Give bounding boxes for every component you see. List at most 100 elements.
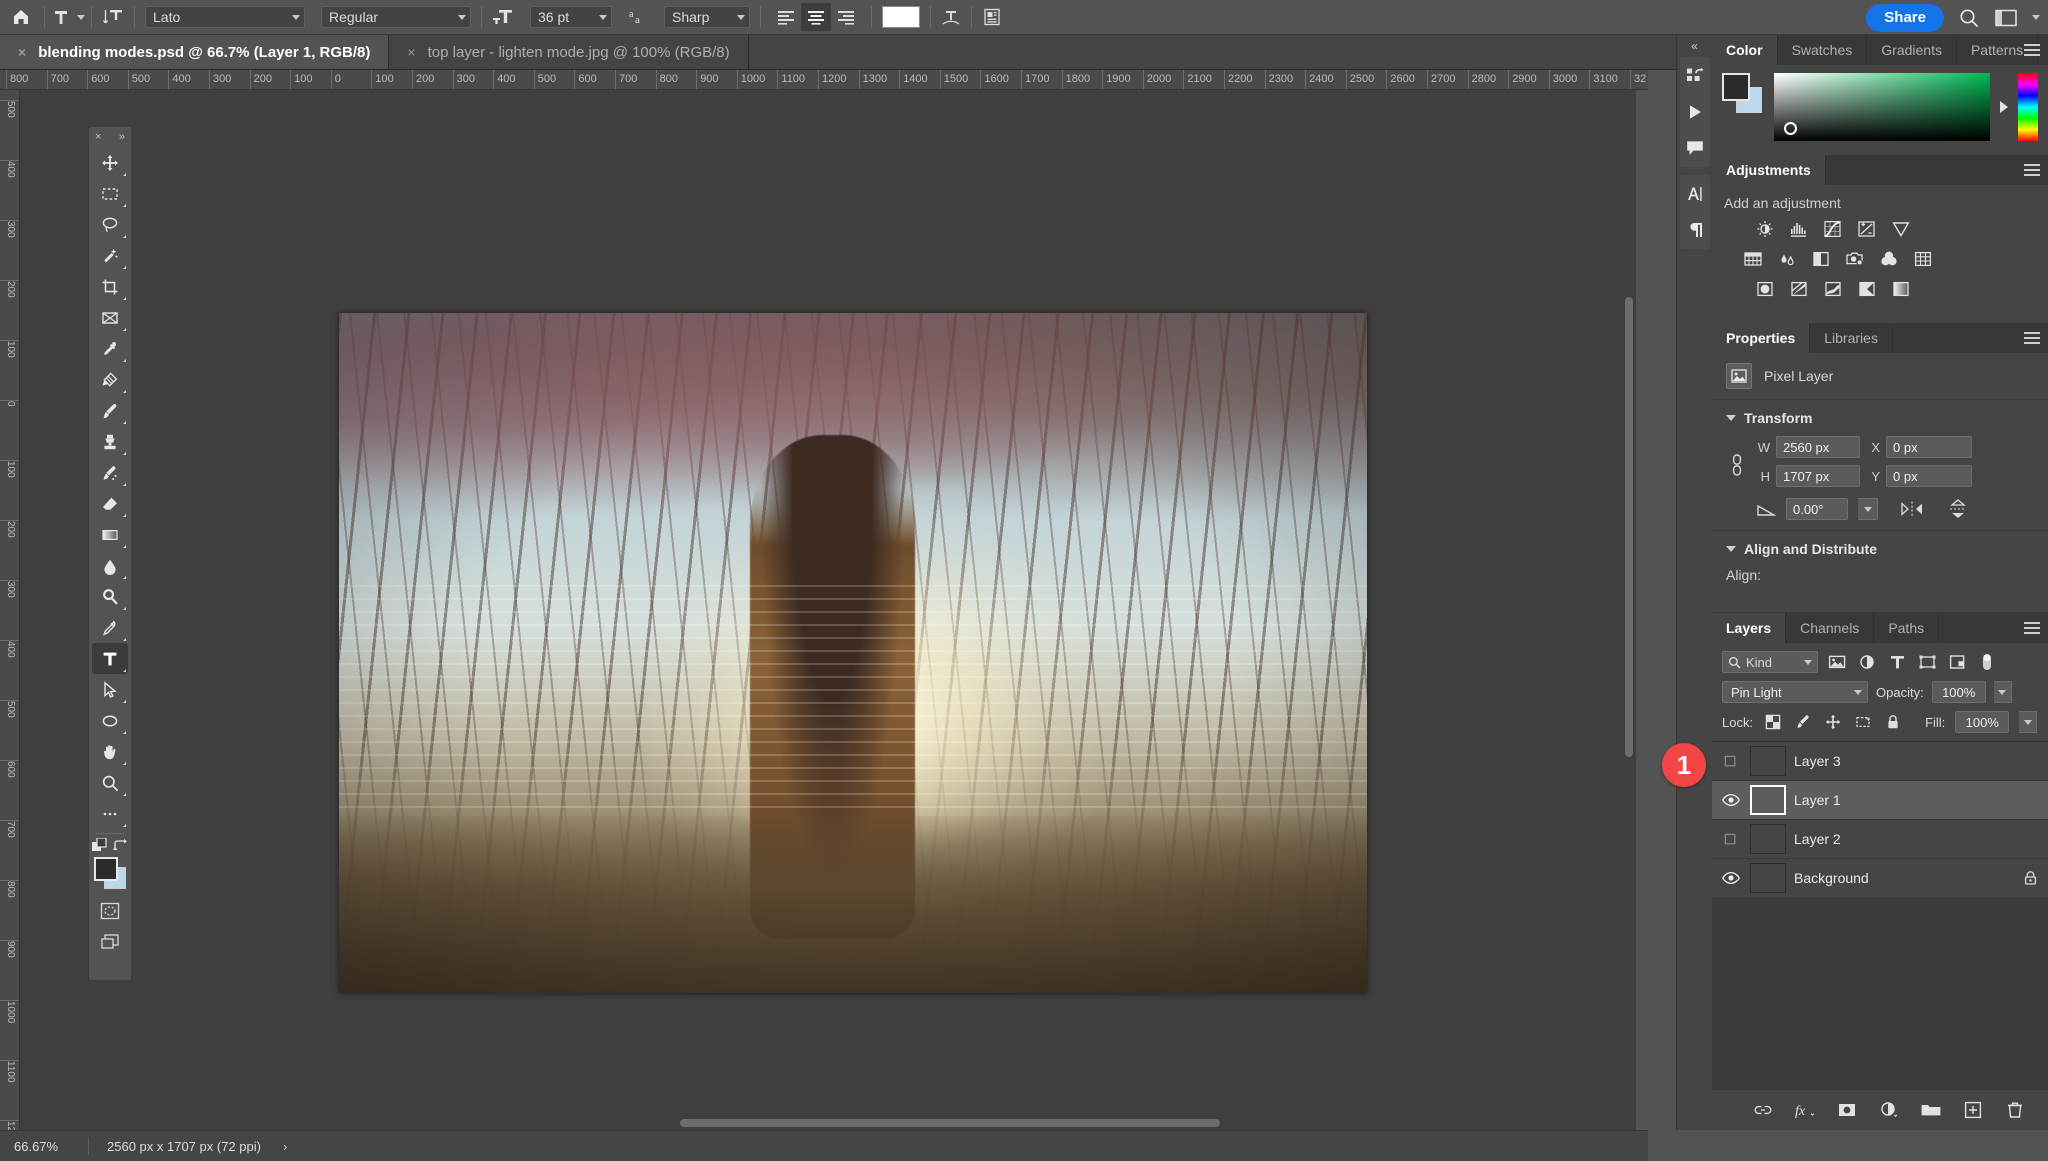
object-selection-tool[interactable] xyxy=(92,240,128,271)
antialias-select[interactable]: Sharp xyxy=(664,6,750,28)
filter-type-icon[interactable] xyxy=(1886,652,1908,672)
layer-thumbnail[interactable] xyxy=(1750,863,1786,893)
search-icon[interactable] xyxy=(1958,7,1980,29)
curves-icon[interactable] xyxy=(1822,219,1844,239)
ellipse-tool[interactable] xyxy=(92,705,128,736)
hue-slider[interactable] xyxy=(2018,73,2038,141)
vertical-ruler[interactable]: 500 400 300 200 100 0 100 200 300 400 500 600 700 800… xyxy=(0,90,20,1130)
align-center-button[interactable] xyxy=(801,3,831,31)
tab-layers[interactable]: Layers xyxy=(1712,613,1787,643)
transform-section-title[interactable]: Transform xyxy=(1726,410,2034,426)
layer-thumbnail[interactable] xyxy=(1750,824,1786,854)
color-field-cursor[interactable] xyxy=(1784,122,1797,135)
tab-properties[interactable]: Properties xyxy=(1712,323,1811,353)
flip-horizontal-icon[interactable] xyxy=(1900,499,1924,519)
workspace-icon[interactable] xyxy=(1994,8,2018,28)
photo-filter-icon[interactable] xyxy=(1844,249,1866,269)
document-tab-0[interactable]: × blending modes.psd @ 66.7% (Layer 1, R… xyxy=(0,35,390,69)
layer-name[interactable]: Layer 1 xyxy=(1794,792,2040,808)
artboard-image[interactable] xyxy=(339,313,1367,993)
new-adjustment-layer-icon[interactable] xyxy=(1878,1099,1900,1121)
flip-vertical-icon[interactable] xyxy=(1946,499,1970,519)
panel-menu-icon[interactable] xyxy=(2024,613,2040,643)
filter-shape-icon[interactable] xyxy=(1916,652,1938,672)
zoom-level[interactable]: 66.67% xyxy=(0,1139,88,1154)
scrollbar-thumb[interactable] xyxy=(1625,297,1633,757)
fill-input[interactable]: 100% xyxy=(1955,711,2010,733)
warp-text-button[interactable] xyxy=(933,0,969,35)
layer-visibility-toggle[interactable] xyxy=(1720,793,1742,807)
exposure-icon[interactable] xyxy=(1856,219,1878,239)
channel-mixer-icon[interactable] xyxy=(1878,249,1900,269)
color-balance-icon[interactable] xyxy=(1776,249,1798,269)
spot-healing-brush-tool[interactable] xyxy=(92,364,128,395)
tab-color[interactable]: Color xyxy=(1712,35,1778,65)
screen-mode-button[interactable] xyxy=(92,926,128,957)
new-group-icon[interactable] xyxy=(1920,1099,1942,1121)
lasso-tool[interactable] xyxy=(92,209,128,240)
align-right-button[interactable] xyxy=(831,3,861,31)
tool-preset-picker[interactable] xyxy=(47,0,89,35)
paragraph-icon[interactable] xyxy=(1682,217,1708,243)
character-panel-button[interactable] xyxy=(974,0,1010,35)
filter-smart-object-icon[interactable] xyxy=(1946,652,1968,672)
tab-paths[interactable]: Paths xyxy=(1874,613,1940,643)
canvas-area[interactable] xyxy=(20,90,1636,1130)
pen-tool[interactable] xyxy=(92,612,128,643)
levels-icon[interactable] xyxy=(1788,219,1810,239)
layer-visibility-toggle[interactable] xyxy=(1720,871,1742,885)
layer-visibility-toggle[interactable] xyxy=(1720,831,1742,847)
align-section-title[interactable]: Align and Distribute xyxy=(1726,541,2034,557)
layer-name[interactable]: Background xyxy=(1794,870,2012,886)
brightness-contrast-icon[interactable] xyxy=(1754,219,1776,239)
share-button[interactable]: Share xyxy=(1866,3,1944,32)
dodge-tool[interactable] xyxy=(92,581,128,612)
collapse-panels-icon[interactable]: « xyxy=(1677,35,1713,57)
foreground-color-swatch[interactable] xyxy=(94,857,118,881)
add-layer-mask-icon[interactable] xyxy=(1836,1099,1858,1121)
close-icon[interactable]: × xyxy=(407,45,415,59)
filter-toggle-icon[interactable] xyxy=(1976,652,1998,672)
font-style-select[interactable]: Regular xyxy=(321,6,471,28)
posterize-icon[interactable] xyxy=(1788,279,1810,299)
edit-toolbar-button[interactable] xyxy=(92,798,128,829)
canvas-horizontal-scrollbar[interactable] xyxy=(20,1116,1636,1130)
panel-menu-icon[interactable] xyxy=(2024,323,2040,353)
document-info-expand-icon[interactable]: › xyxy=(283,1139,287,1154)
gradient-tool[interactable] xyxy=(92,519,128,550)
type-tool[interactable] xyxy=(92,643,128,674)
angle-dropdown[interactable] xyxy=(1858,498,1878,520)
color-field[interactable] xyxy=(1774,73,1990,141)
home-button[interactable] xyxy=(0,0,42,35)
invert-icon[interactable] xyxy=(1754,279,1776,299)
play-actions-icon[interactable] xyxy=(1682,99,1708,125)
color-lookup-icon[interactable] xyxy=(1912,249,1934,269)
tab-swatches[interactable]: Swatches xyxy=(1778,35,1868,65)
link-layers-icon[interactable] xyxy=(1752,1099,1774,1121)
rectangular-marquee-tool[interactable] xyxy=(92,178,128,209)
vibrance-icon[interactable] xyxy=(1890,219,1912,239)
layer-filter-kind-select[interactable]: Kind xyxy=(1722,651,1818,673)
text-color-swatch[interactable] xyxy=(882,6,920,28)
character-icon[interactable] xyxy=(1682,181,1708,207)
comments-icon[interactable] xyxy=(1682,135,1708,161)
clone-stamp-tool[interactable] xyxy=(92,426,128,457)
foreground-color-swatch[interactable] xyxy=(1722,73,1750,101)
layer-thumbnail[interactable] xyxy=(1750,785,1786,815)
layer-style-fx-icon[interactable]: fx xyxy=(1794,1099,1816,1121)
horizontal-ruler[interactable]: 800 700 600 500 400 300 200 100 0 100 200 300 400 500… xyxy=(0,70,1648,90)
brush-tool[interactable] xyxy=(92,395,128,426)
zoom-tool[interactable] xyxy=(92,767,128,798)
document-tab-1[interactable]: × top layer - lighten mode.jpg @ 100% (R… xyxy=(389,35,749,69)
text-orientation-button[interactable] xyxy=(94,0,132,35)
font-size-select[interactable]: 36 pt xyxy=(530,6,612,28)
move-tool[interactable] xyxy=(92,147,128,178)
crop-tool[interactable] xyxy=(92,271,128,302)
filter-pixel-icon[interactable] xyxy=(1826,652,1848,672)
gradient-map-icon[interactable] xyxy=(1856,279,1878,299)
swap-colors-icon[interactable] xyxy=(113,838,128,853)
align-left-button[interactable] xyxy=(771,3,801,31)
quick-mask-button[interactable] xyxy=(92,895,128,926)
expand-icon[interactable]: » xyxy=(119,131,125,143)
opacity-dropdown[interactable] xyxy=(1993,681,2012,703)
